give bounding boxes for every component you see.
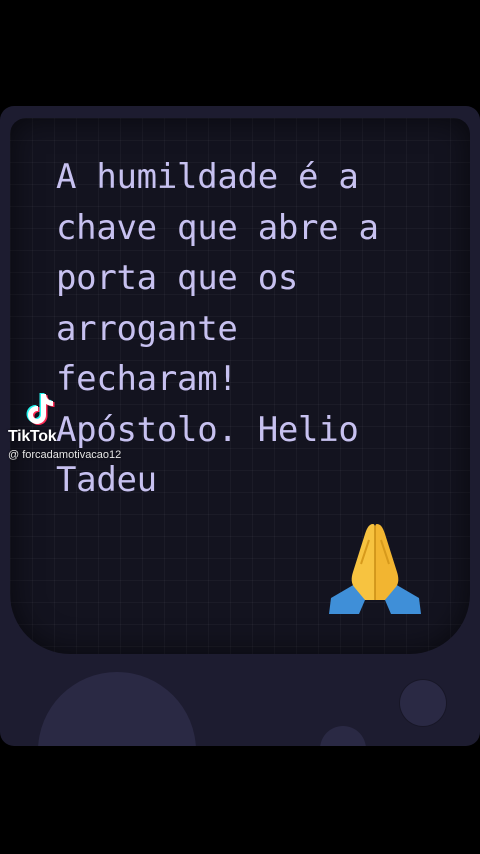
tiktok-username: @ forcadamotivacao12: [8, 449, 122, 461]
tiktok-logo-icon: [26, 392, 56, 426]
device-small-button: [400, 680, 446, 726]
device-round-button: [38, 672, 196, 746]
device-small-button-lower: [320, 726, 366, 746]
tiktok-brand-text: TikTok: [8, 428, 57, 445]
folded-hands-icon: [325, 520, 425, 616]
tiktok-watermark: TikTok @ forcadamotivacao12: [8, 392, 148, 464]
